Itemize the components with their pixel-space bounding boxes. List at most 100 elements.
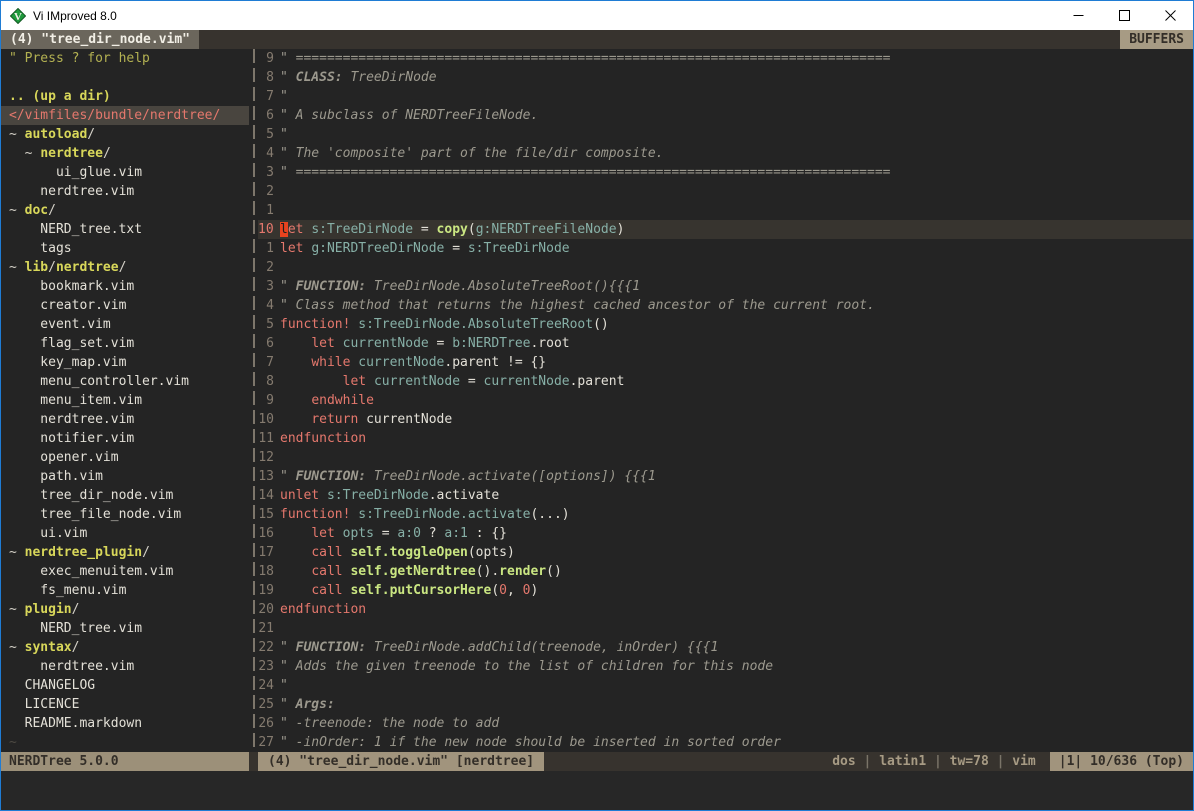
tree-item[interactable]: .. (up a dir) [1, 87, 249, 106]
tree-item[interactable]: ~ syntax/ [1, 638, 249, 657]
tree-item[interactable]: tree_dir_node.vim [1, 486, 249, 505]
code-line[interactable]: 4" Class method that returns the highest… [258, 296, 1193, 315]
tree-item[interactable]: flag_set.vim [1, 334, 249, 353]
code-line-current[interactable]: 10let s:TreeDirNode = copy(g:NERDTreeFil… [258, 220, 1193, 239]
code-line[interactable]: 19 call self.putCursorHere(0, 0) [258, 581, 1193, 600]
tree-item[interactable]: ~ plugin/ [1, 600, 249, 619]
code-line[interactable]: 14unlet s:TreeDirNode.activate [258, 486, 1193, 505]
window-separator[interactable] [249, 49, 258, 752]
line-number: 21 [258, 619, 280, 638]
code-line[interactable]: 2 [258, 258, 1193, 277]
code-line[interactable]: 9 endwhile [258, 391, 1193, 410]
line-number: 5 [258, 315, 280, 334]
tree-item[interactable]: NERD_tree.txt [1, 220, 249, 239]
tree-item[interactable] [1, 68, 249, 87]
tree-item[interactable]: notifier.vim [1, 429, 249, 448]
tree-item[interactable]: path.vim [1, 467, 249, 486]
code-line[interactable]: 6" A subclass of NERDTreeFileNode. [258, 106, 1193, 125]
tree-item[interactable]: ~ autoload/ [1, 125, 249, 144]
code-line[interactable]: 7 while currentNode.parent != {} [258, 353, 1193, 372]
tree-item[interactable]: fs_menu.vim [1, 581, 249, 600]
tree-item[interactable]: tree_file_node.vim [1, 505, 249, 524]
code-line[interactable]: 24" [258, 676, 1193, 695]
code-line[interactable]: 8 let currentNode = currentNode.parent [258, 372, 1193, 391]
file-info-item: latin1 [879, 754, 926, 769]
line-number: 4 [258, 144, 280, 163]
code-line[interactable]: 3" =====================================… [258, 163, 1193, 182]
cursor-position-segment: |1| 10/636 (Top) [1050, 752, 1193, 771]
code-line[interactable]: 4" The 'composite' part of the file/dir … [258, 144, 1193, 163]
tree-item[interactable]: " Press ? for help [1, 49, 249, 68]
command-line[interactable] [1, 771, 1193, 810]
code-line[interactable]: 10 return currentNode [258, 410, 1193, 429]
code-line[interactable]: 17 call self.toggleOpen(opts) [258, 543, 1193, 562]
tree-item[interactable]: ~ doc/ [1, 201, 249, 220]
tree-item[interactable]: nerdtree.vim [1, 182, 249, 201]
tree-item[interactable]: key_map.vim [1, 353, 249, 372]
line-number: 14 [258, 486, 280, 505]
tree-item[interactable]: nerdtree.vim [1, 657, 249, 676]
tree-item[interactable]: opener.vim [1, 448, 249, 467]
code-line[interactable]: 9" =====================================… [258, 49, 1193, 68]
tree-item[interactable]: README.markdown [1, 714, 249, 733]
nerdtree-panel[interactable]: " Press ? for help .. (up a dir)</vimfile… [1, 49, 249, 752]
tree-item[interactable]: exec_menuitem.vim [1, 562, 249, 581]
tab-tree-dir-node[interactable]: (4) "tree_dir_node.vim" [1, 30, 199, 49]
code-line[interactable]: 11endfunction [258, 429, 1193, 448]
code-line[interactable]: 25" Args: [258, 695, 1193, 714]
line-number: 10 [258, 220, 280, 239]
code-line[interactable]: 27" -inOrder: 1 if the new node should b… [258, 733, 1193, 752]
code-line[interactable]: 13" FUNCTION: TreeDirNode.activate([opti… [258, 467, 1193, 486]
code-line[interactable]: 3" FUNCTION: TreeDirNode.AbsoluteTreeRoo… [258, 277, 1193, 296]
line-number: 11 [258, 429, 280, 448]
code-line[interactable]: 21 [258, 619, 1193, 638]
tree-item[interactable]: CHANGELOG [1, 676, 249, 695]
tree-item[interactable]: bookmark.vim [1, 277, 249, 296]
code-line[interactable]: 18 call self.getNerdtree().render() [258, 562, 1193, 581]
editor-panel[interactable]: 9" =====================================… [258, 49, 1193, 752]
tree-item[interactable]: creator.vim [1, 296, 249, 315]
tree-item[interactable]: event.vim [1, 315, 249, 334]
code-line[interactable]: 6 let currentNode = b:NERDTree.root [258, 334, 1193, 353]
tree-item[interactable]: ui_glue.vim [1, 163, 249, 182]
line-number: 24 [258, 676, 280, 695]
line-number: 3 [258, 277, 280, 296]
code-line[interactable]: 5" [258, 125, 1193, 144]
code-line[interactable]: 22" FUNCTION: TreeDirNode.addChild(treen… [258, 638, 1193, 657]
tree-item[interactable]: menu_controller.vim [1, 372, 249, 391]
code-line[interactable]: 20endfunction [258, 600, 1193, 619]
code-line[interactable]: 23" Adds the given treenode to the list … [258, 657, 1193, 676]
minimize-button[interactable] [1055, 1, 1101, 30]
line-number: 19 [258, 581, 280, 600]
code-line[interactable]: 7" [258, 87, 1193, 106]
tree-item[interactable]: NERD_tree.vim [1, 619, 249, 638]
line-number: 13 [258, 467, 280, 486]
maximize-button[interactable] [1101, 1, 1147, 30]
tree-item[interactable]: ~ [1, 733, 249, 752]
file-info-item: tw=78 [950, 754, 989, 769]
tree-item[interactable]: ~ nerdtree/ [1, 144, 249, 163]
code-line[interactable]: 16 let opts = a:0 ? a:1 : {} [258, 524, 1193, 543]
tree-item[interactable]: ui.vim [1, 524, 249, 543]
code-line[interactable]: 2 [258, 182, 1193, 201]
tree-item[interactable]: tags [1, 239, 249, 258]
tree-item[interactable]: nerdtree.vim [1, 410, 249, 429]
line-number: 22 [258, 638, 280, 657]
tree-item[interactable]: ~ lib/nerdtree/ [1, 258, 249, 277]
code-line[interactable]: 5function! s:TreeDirNode.AbsoluteTreeRoo… [258, 315, 1193, 334]
tree-item[interactable]: </vimfiles/bundle/nerdtree/ [1, 106, 249, 125]
line-number: 27 [258, 733, 280, 752]
tree-item[interactable]: ~ nerdtree_plugin/ [1, 543, 249, 562]
code-line[interactable]: 8" CLASS: TreeDirNode [258, 68, 1193, 87]
titlebar: V Vi IMproved 8.0 [1, 1, 1193, 30]
tree-item[interactable]: LICENCE [1, 695, 249, 714]
code-line[interactable]: 26" -treenode: the node to add [258, 714, 1193, 733]
close-button[interactable] [1147, 1, 1193, 30]
tree-item[interactable]: menu_item.vim [1, 391, 249, 410]
statusline-gap [249, 752, 258, 771]
code-line[interactable]: 1 [258, 201, 1193, 220]
vim-logo-icon: V [10, 8, 26, 24]
code-line[interactable]: 12 [258, 448, 1193, 467]
code-line[interactable]: 1let g:NERDTreeDirNode = s:TreeDirNode [258, 239, 1193, 258]
code-line[interactable]: 15function! s:TreeDirNode.activate(...) [258, 505, 1193, 524]
